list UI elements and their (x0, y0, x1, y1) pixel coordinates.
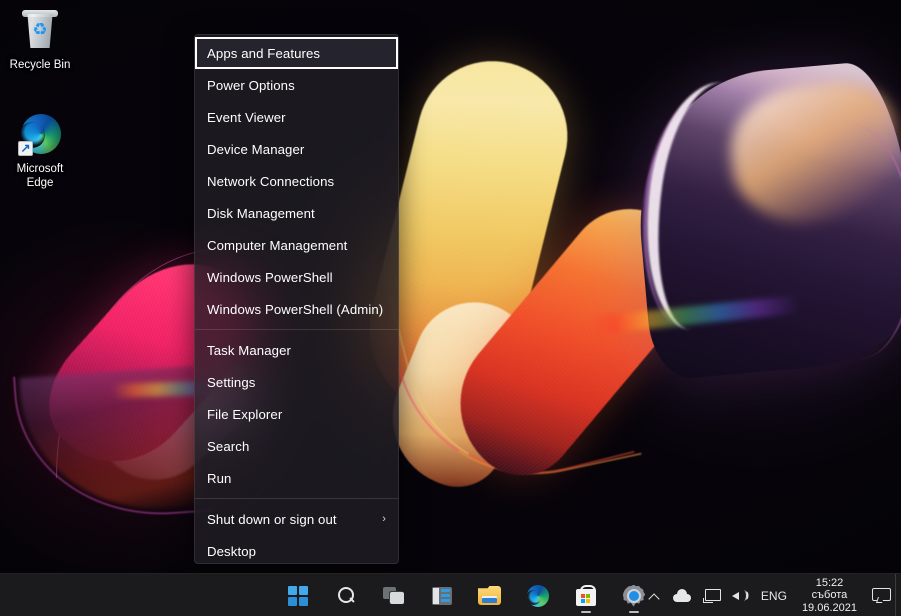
chevron-up-icon (649, 590, 661, 602)
menu-item-label: Run (207, 470, 232, 486)
clock-date: 19.06.2021 (801, 601, 857, 614)
search-button[interactable] (326, 576, 365, 615)
menu-item-run[interactable]: Run (195, 462, 398, 494)
chevron-right-icon: › (382, 513, 386, 525)
language-indicator[interactable]: ENG (755, 574, 793, 616)
volume-tray-button[interactable] (726, 574, 755, 616)
onedrive-tray-button[interactable] (667, 574, 697, 616)
edge-icon (525, 584, 549, 607)
desktop-icon-label-line2: Edge (26, 177, 54, 189)
menu-item-label: Windows PowerShell (Admin) (207, 301, 384, 317)
menu-item-label: Event Viewer (207, 109, 286, 125)
menu-item-shut-down-or-sign-out[interactable]: Shut down or sign out › (195, 503, 398, 535)
menu-item-device-manager[interactable]: Device Manager (195, 133, 398, 165)
menu-item-search[interactable]: Search (195, 430, 398, 462)
running-indicator (580, 611, 591, 613)
menu-item-label: Search (207, 438, 250, 454)
menu-item-label: Windows PowerShell (207, 269, 333, 285)
running-indicator (628, 611, 639, 613)
taskbar-button-group (278, 574, 653, 616)
menu-item-file-explorer[interactable]: File Explorer (195, 398, 398, 430)
desktop-icon-label: Recycle Bin (9, 59, 71, 71)
menu-item-settings[interactable]: Settings (195, 366, 398, 398)
desktop-wallpaper (0, 0, 901, 616)
desktop-icon-microsoft-edge[interactable]: ↗ Microsoft Edge (2, 110, 78, 190)
windows-logo-icon (287, 585, 308, 606)
volume-icon (731, 589, 749, 603)
cloud-icon (672, 589, 691, 602)
desktop-icon-recycle-bin[interactable]: ♻ Recycle Bin (2, 6, 78, 72)
menu-item-network-connections[interactable]: Network Connections (195, 165, 398, 197)
menu-item-label: Network Connections (207, 173, 335, 189)
system-tray: ENG 15:22 събота 19.06.2021 (643, 574, 901, 616)
widgets-button[interactable] (422, 576, 461, 615)
folder-icon (478, 586, 501, 605)
menu-item-label: Power Options (207, 77, 295, 93)
menu-item-label: File Explorer (207, 406, 283, 422)
clock-time: 15:22 (815, 576, 844, 589)
taskbar: ENG 15:22 събота 19.06.2021 (0, 573, 901, 616)
menu-item-windows-powershell[interactable]: Windows PowerShell (195, 261, 398, 293)
desktop-screen: ♻ Recycle Bin ↗ Microsoft Edge Apps and … (0, 0, 901, 616)
recycle-bin-icon: ♻ (16, 6, 64, 54)
menu-item-apps-and-features[interactable]: Apps and Features (195, 37, 398, 69)
menu-item-label: Shut down or sign out (207, 511, 337, 527)
file-explorer-button[interactable] (470, 576, 509, 615)
menu-item-label: Task Manager (207, 342, 292, 358)
menu-item-label: Settings (207, 374, 256, 390)
menu-item-computer-management[interactable]: Computer Management (195, 229, 398, 261)
microsoft-store-icon (575, 585, 596, 606)
desktop-icon-label-line1: Microsoft (16, 163, 64, 175)
menu-item-disk-management[interactable]: Disk Management (195, 197, 398, 229)
menu-item-event-viewer[interactable]: Event Viewer (195, 101, 398, 133)
wallpaper-shape-swoop-outline (13, 363, 213, 525)
menu-item-power-options[interactable]: Power Options (195, 69, 398, 101)
menu-item-label: Computer Management (207, 237, 348, 253)
start-button[interactable] (278, 576, 317, 615)
show-hidden-icons-button[interactable] (643, 574, 667, 616)
widgets-icon (431, 586, 452, 605)
menu-item-desktop[interactable]: Desktop (195, 535, 398, 563)
task-view-button[interactable] (374, 576, 413, 615)
gear-icon (623, 585, 645, 607)
network-icon (702, 588, 721, 603)
search-icon (336, 586, 356, 606)
network-tray-button[interactable] (697, 574, 726, 616)
task-view-icon (382, 586, 405, 605)
winx-context-menu[interactable]: Apps and Features Power Options Event Vi… (194, 34, 399, 564)
shortcut-arrow-icon: ↗ (18, 141, 33, 156)
notifications-button[interactable] (866, 574, 895, 616)
menu-separator-2 (195, 498, 398, 499)
store-button[interactable] (566, 576, 605, 615)
notification-icon (872, 588, 891, 603)
menu-item-label: Desktop (207, 543, 257, 559)
edge-icon: ↗ (16, 110, 64, 158)
menu-item-label: Device Manager (207, 141, 305, 157)
clock-weekday: събота (811, 589, 848, 602)
edge-button[interactable] (518, 576, 557, 615)
clock[interactable]: 15:22 събота 19.06.2021 (793, 574, 866, 616)
menu-item-task-manager[interactable]: Task Manager (195, 334, 398, 366)
menu-separator-1 (195, 329, 398, 330)
menu-item-label: Disk Management (207, 205, 315, 221)
menu-item-windows-powershell-admin[interactable]: Windows PowerShell (Admin) (195, 293, 398, 325)
menu-item-label: Apps and Features (207, 45, 321, 61)
show-desktop-button[interactable] (895, 574, 901, 616)
